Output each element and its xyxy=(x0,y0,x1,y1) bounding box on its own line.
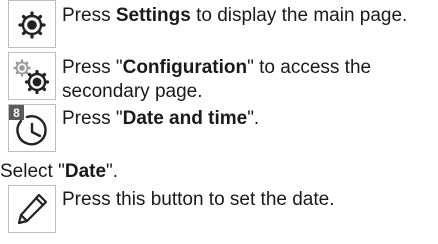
date-time-clock-icon: 8 xyxy=(9,105,47,146)
pencil-icon xyxy=(17,193,48,225)
settings-gear-icon xyxy=(18,11,46,39)
step-set-date-text: Press this button to set the date. xyxy=(62,189,335,210)
svg-text:8: 8 xyxy=(13,106,20,120)
edit-date-button-icon-box xyxy=(8,185,56,233)
step-configuration-text: Press "Configuration" to access the seco… xyxy=(62,57,372,102)
date-time-button-icon-box: 8 xyxy=(8,104,56,152)
step-date-time-text: Press "Date and time". xyxy=(62,108,260,129)
settings-button-icon-box xyxy=(8,0,56,48)
configuration-gears-icon xyxy=(13,59,50,95)
step-settings-text: Press Settings to display the main page. xyxy=(62,5,408,26)
select-date-text: Select "Date". xyxy=(0,161,119,182)
configuration-button-icon-box xyxy=(8,52,56,100)
